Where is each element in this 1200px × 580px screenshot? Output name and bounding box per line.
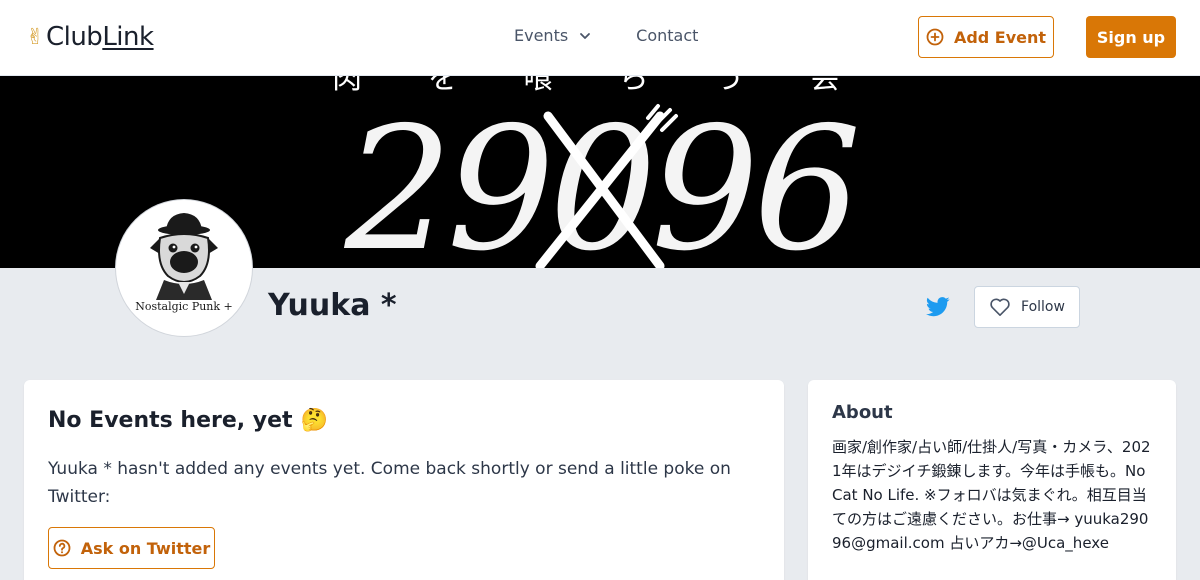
no-events-title: No Events here, yet [48,408,293,433]
top-navigation-bar: ✌ Club Link Events Contact Add Event Sign… [0,0,1200,76]
no-events-message: Yuuka * hasn't added any events yet. Com… [48,459,731,507]
pug-illustration: Nostalgic Punk + [120,204,248,332]
follow-button[interactable]: Follow [974,286,1080,328]
twitter-profile-link[interactable] [926,296,950,318]
about-text: 画家/創作家/占い師/仕掛人/写真・カメラ、2021年はデジイチ鍛錬します。今年… [832,438,1151,552]
profile-name: Yuuka * [268,288,397,323]
twitter-bird-icon [926,297,950,317]
chevron-down-icon [580,32,591,39]
main-nav: Events Contact [514,26,698,45]
signup-button[interactable]: Sign up [1086,16,1176,58]
add-event-button[interactable]: Add Event [918,16,1054,58]
ask-on-twitter-label: Ask on Twitter [80,538,211,558]
ask-on-twitter-button[interactable]: Ask on Twitter [48,527,215,569]
about-card: About 画家/創作家/占い師/仕掛人/写真・カメラ、2021年はデジイチ鍛錬… [808,380,1176,580]
avatar-caption: Nostalgic Punk + [135,300,233,313]
profile-avatar: Nostalgic Punk + [116,200,252,336]
logo-text-club: Club [45,22,103,52]
add-event-label: Add Event [953,27,1047,47]
nav-contact-link[interactable]: Contact [636,26,698,45]
no-events-heading: No Events here, yet 🤔 [48,408,760,433]
heart-icon [990,298,1010,316]
follow-label: Follow [1021,299,1065,315]
about-heading: About [832,402,893,423]
nav-events-label: Events [514,26,569,45]
plus-circle-icon [926,28,944,46]
logo-text-link: Link [102,22,154,52]
clublink-logo[interactable]: ✌ Club Link [26,22,154,52]
thinking-face-icon: 🤔 [300,408,328,433]
events-card: No Events here, yet 🤔 Yuuka * hasn't add… [24,380,784,580]
victory-hand-icon: ✌ [26,24,44,50]
question-circle-icon [53,539,71,557]
nav-events-dropdown[interactable]: Events [514,26,592,45]
